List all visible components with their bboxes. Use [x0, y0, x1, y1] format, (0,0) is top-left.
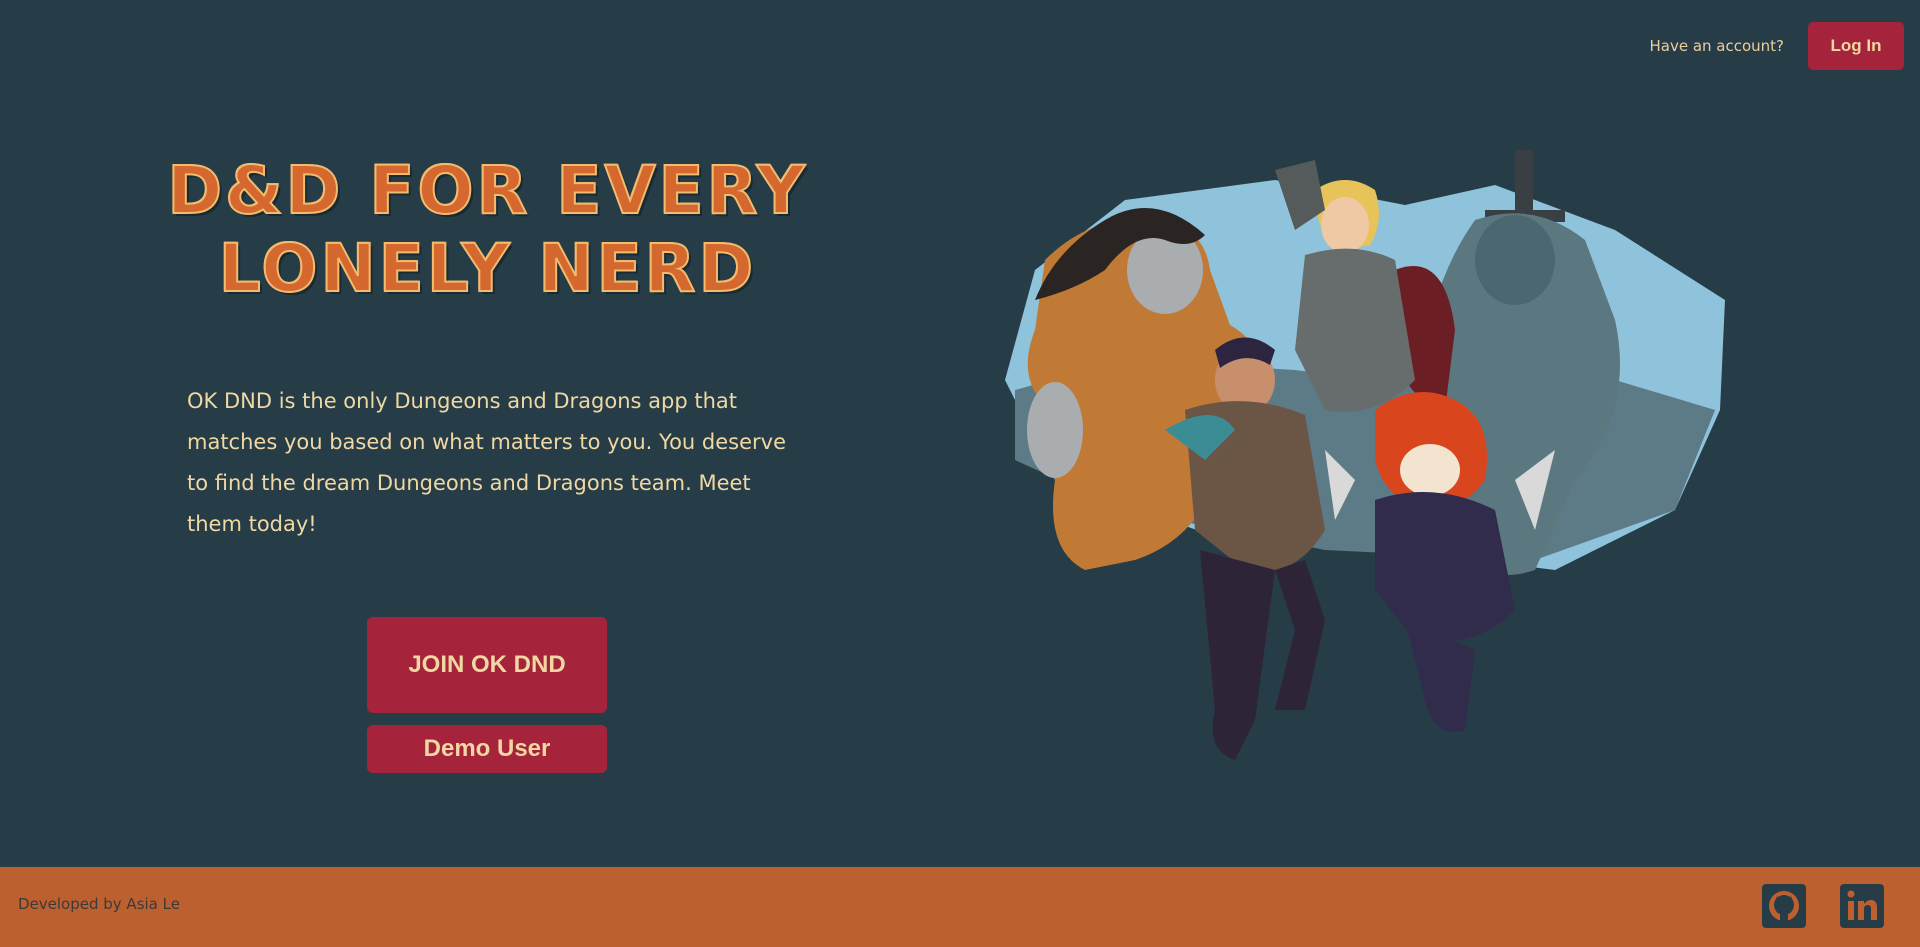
linkedin-icon[interactable]: [1840, 884, 1884, 928]
hero-title: D&D FOR EVERY LONELY NERD: [160, 151, 815, 308]
adventuring-party-illustration: [1005, 150, 1725, 760]
join-button[interactable]: JOIN OK DND: [367, 617, 607, 713]
landing-page: Have an account? Log In D&D FOR EVERY LO…: [0, 0, 1920, 947]
login-button[interactable]: Log In: [1808, 22, 1904, 70]
have-account-text: Have an account?: [1649, 37, 1784, 55]
footer-credit: Developed by Asia Le: [18, 895, 180, 913]
hero-description: OK DND is the only Dungeons and Dragons …: [187, 389, 786, 536]
hero-title-line-2: LONELY NERD: [218, 229, 757, 308]
top-nav: Have an account? Log In: [1649, 22, 1904, 70]
github-icon[interactable]: [1762, 884, 1806, 928]
hero-title-line-1: D&D FOR EVERY: [166, 151, 808, 230]
footer: Developed by Asia Le: [0, 867, 1920, 947]
demo-user-button[interactable]: Demo User: [367, 725, 607, 773]
